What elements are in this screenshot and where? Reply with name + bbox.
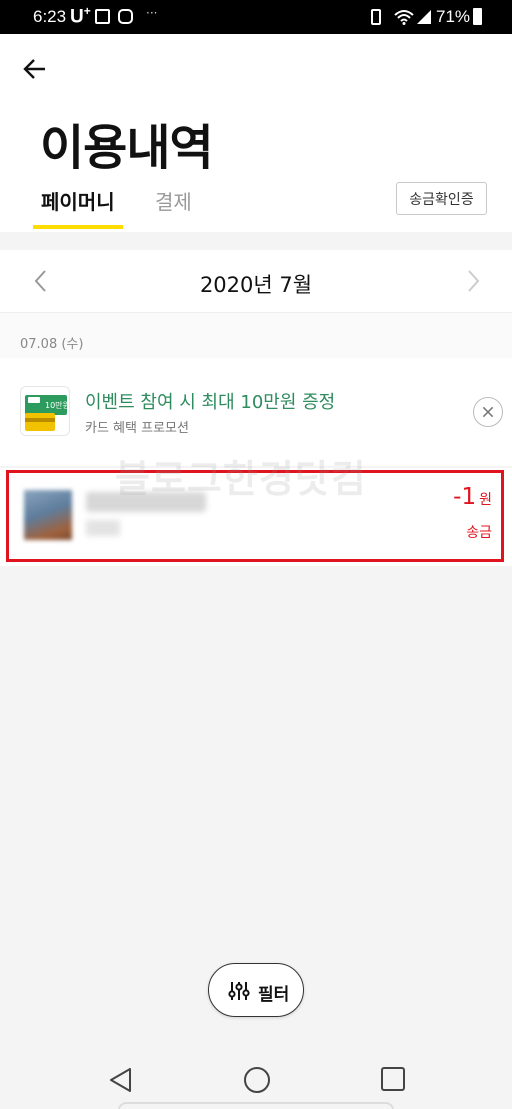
transaction-row[interactable]: -1 원 송금 (0, 468, 512, 566)
app-frame: 6:23 U+ ··· 71% 이용내역 페이머니 결제 송금확인증 2020년… (0, 0, 512, 1109)
tab-paymoney[interactable]: 페이머니 (41, 186, 115, 215)
nav-back-icon[interactable] (108, 1066, 134, 1094)
battery-percent: 71% (436, 7, 471, 26)
chevron-right-icon[interactable] (460, 266, 486, 296)
amount-unit: 원 (479, 492, 492, 508)
system-nav-bar (0, 1049, 512, 1109)
page-title: 이용내역 (40, 120, 214, 176)
carrier-label: U (70, 6, 84, 28)
page-header: 이용내역 페이머니 결제 송금확인증 (0, 34, 512, 266)
transaction-subtitle-blurred (86, 520, 120, 536)
nav-recent-icon[interactable] (381, 1067, 405, 1091)
avatar (24, 490, 72, 540)
transaction-type: 송금 (466, 525, 492, 541)
amount-value: -1 (453, 484, 477, 510)
instagram-icon (118, 9, 133, 24)
month-navigator: 2020년 7월 (0, 250, 512, 312)
signal-icon (417, 10, 431, 24)
battery-icon (473, 8, 482, 25)
status-time: 6:23 (33, 7, 67, 26)
promo-subtitle: 카드 혜택 프로모션 (85, 421, 189, 436)
promo-banner[interactable]: 10만원 이벤트 참여 시 최대 10만원 증정 카드 혜택 프로모션 (0, 358, 512, 466)
transfer-certificate-button[interactable]: 송금확인증 (396, 182, 487, 215)
tab-active-indicator (33, 225, 123, 229)
transaction-amount: -1 원 (453, 484, 492, 510)
date-group-header: 07.08 (수) (0, 312, 512, 358)
promo-badge-text: 10만원 (45, 401, 70, 410)
transaction-name-blurred (86, 492, 206, 512)
back-arrow-icon[interactable] (18, 52, 52, 86)
wifi-icon (394, 10, 414, 25)
filter-button[interactable]: 필터 (208, 963, 304, 1017)
carrier-sup: + (83, 4, 91, 18)
nav-home-icon[interactable] (244, 1067, 270, 1093)
more-notifications-icon: ··· (146, 6, 158, 20)
date-label: 07.08 (수) (20, 337, 84, 352)
promo-title: 이벤트 참여 시 최대 10만원 증정 (85, 392, 336, 413)
status-carrier: U+ (70, 4, 91, 28)
filter-sliders-icon (228, 982, 250, 1000)
close-icon[interactable] (473, 397, 503, 427)
vibrate-icon (371, 9, 381, 25)
status-bar: 6:23 U+ ··· 71% (0, 0, 512, 34)
month-label: 2020년 7월 (199, 273, 313, 297)
promo-card-thumbnail: 10만원 (20, 386, 70, 436)
tab-payment[interactable]: 결제 (155, 186, 192, 215)
gesture-handle (118, 1102, 394, 1109)
card-promo-icon: 10만원 (25, 395, 70, 431)
filter-label: 필터 (258, 985, 290, 1005)
gallery-icon (95, 9, 110, 24)
